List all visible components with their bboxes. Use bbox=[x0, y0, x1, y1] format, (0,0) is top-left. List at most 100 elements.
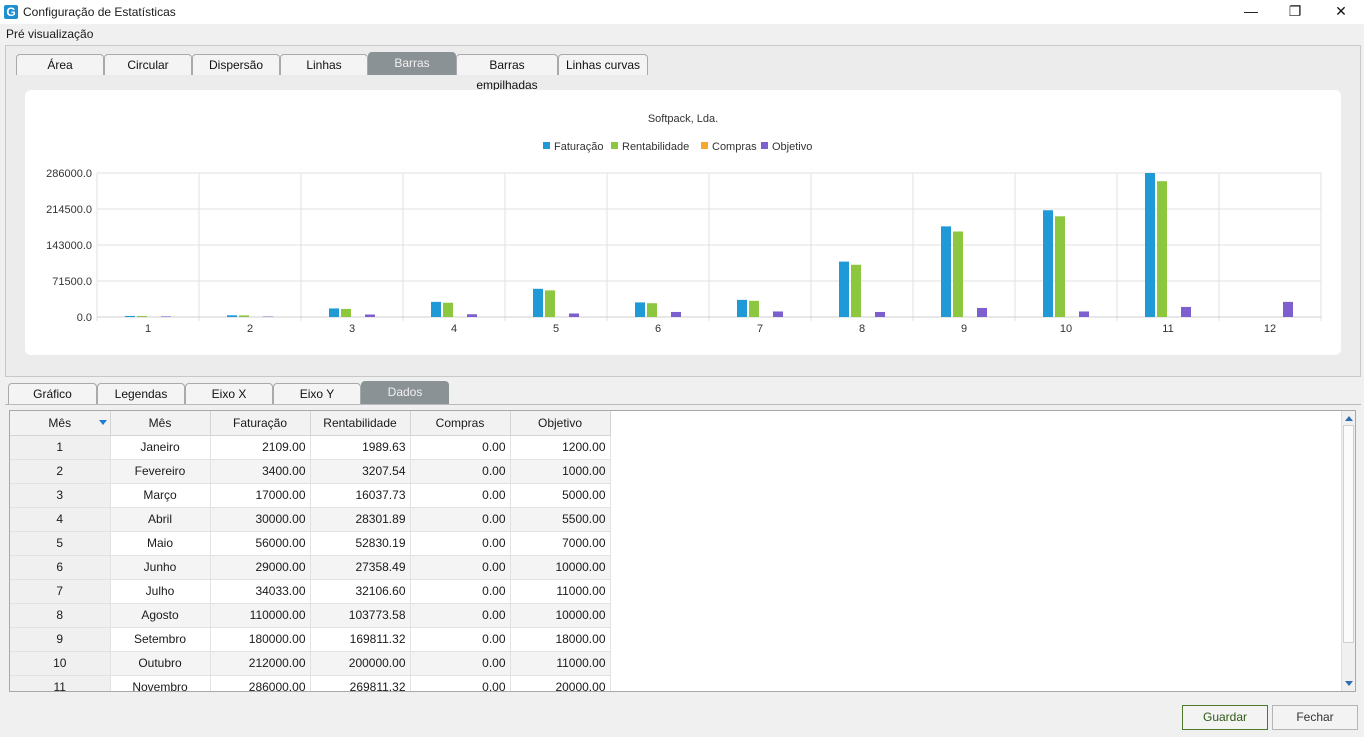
table-cell[interactable]: 10 bbox=[10, 651, 111, 676]
table-cell[interactable]: 286000.00 bbox=[210, 675, 311, 691]
tab-circular[interactable]: Circular bbox=[104, 54, 192, 75]
table-row[interactable]: 2 Fevereiro 3400.00 3207.54 0.00 1000.00 bbox=[10, 459, 611, 484]
table-cell[interactable]: 103773.58 bbox=[310, 603, 411, 628]
table-cell[interactable]: 3400.00 bbox=[210, 459, 311, 484]
close-button[interactable]: Fechar bbox=[1272, 705, 1358, 730]
close-window-button[interactable]: ✕ bbox=[1318, 0, 1364, 24]
table-cell[interactable]: 0.00 bbox=[410, 579, 511, 604]
table-cell[interactable]: Maio bbox=[110, 531, 211, 556]
table-cell[interactable]: 11000.00 bbox=[510, 651, 611, 676]
column-header-mes-num[interactable]: Mês bbox=[10, 411, 111, 436]
tab-eixo-y[interactable]: Eixo Y bbox=[273, 383, 361, 404]
table-row[interactable]: 11 Novembro 286000.00 269811.32 0.00 20000.00 bbox=[10, 675, 611, 691]
tab-legendas[interactable]: Legendas bbox=[97, 383, 185, 404]
scroll-thumb[interactable] bbox=[1343, 425, 1354, 643]
table-cell[interactable]: 212000.00 bbox=[210, 651, 311, 676]
table-cell[interactable]: 4 bbox=[10, 507, 111, 532]
table-row[interactable]: 9 Setembro 180000.00 169811.32 0.00 18000.00 bbox=[10, 627, 611, 652]
table-cell[interactable]: 11000.00 bbox=[510, 579, 611, 604]
table-cell[interactable]: 269811.32 bbox=[310, 675, 411, 691]
tab-eixo-x[interactable]: Eixo X bbox=[185, 383, 273, 404]
table-cell[interactable]: 5500.00 bbox=[510, 507, 611, 532]
table-row[interactable]: 8 Agosto 110000.00 103773.58 0.00 10000.00 bbox=[10, 603, 611, 628]
table-cell[interactable]: Agosto bbox=[110, 603, 211, 628]
tab-dispersao[interactable]: Dispersão bbox=[192, 54, 280, 75]
table-cell[interactable]: 110000.00 bbox=[210, 603, 311, 628]
table-cell[interactable]: 17000.00 bbox=[210, 483, 311, 508]
table-cell[interactable]: 0.00 bbox=[410, 483, 511, 508]
table-cell[interactable]: 169811.32 bbox=[310, 627, 411, 652]
table-cell[interactable]: 8 bbox=[10, 603, 111, 628]
table-row[interactable]: 3 Março 17000.00 16037.73 0.00 5000.00 bbox=[10, 483, 611, 508]
table-row[interactable]: 1 Janeiro 2109.00 1989.63 0.00 1200.00 bbox=[10, 435, 611, 460]
table-cell[interactable]: 6 bbox=[10, 555, 111, 580]
table-cell[interactable]: Abril bbox=[110, 507, 211, 532]
table-cell[interactable]: Janeiro bbox=[110, 435, 211, 460]
table-cell[interactable]: Setembro bbox=[110, 627, 211, 652]
table-cell[interactable]: 29000.00 bbox=[210, 555, 311, 580]
table-cell[interactable]: 0.00 bbox=[410, 627, 511, 652]
table-cell[interactable]: 2109.00 bbox=[210, 435, 311, 460]
table-cell[interactable]: 0.00 bbox=[410, 603, 511, 628]
table-cell[interactable]: Março bbox=[110, 483, 211, 508]
table-cell[interactable]: 1 bbox=[10, 435, 111, 460]
table-cell[interactable]: 180000.00 bbox=[210, 627, 311, 652]
table-cell[interactable]: 32106.60 bbox=[310, 579, 411, 604]
table-row[interactable]: 5 Maio 56000.00 52830.19 0.00 7000.00 bbox=[10, 531, 611, 556]
table-cell[interactable]: 1000.00 bbox=[510, 459, 611, 484]
table-row[interactable]: 10 Outubro 212000.00 200000.00 0.00 11000.00 bbox=[10, 651, 611, 676]
table-cell[interactable]: 2 bbox=[10, 459, 111, 484]
scroll-down-icon[interactable] bbox=[1345, 681, 1353, 686]
table-row[interactable]: 6 Junho 29000.00 27358.49 0.00 10000.00 bbox=[10, 555, 611, 580]
table-cell[interactable]: 0.00 bbox=[410, 675, 511, 691]
restore-button[interactable]: ❐ bbox=[1272, 0, 1318, 24]
table-cell[interactable]: 52830.19 bbox=[310, 531, 411, 556]
table-cell[interactable]: 28301.89 bbox=[310, 507, 411, 532]
table-cell[interactable]: 0.00 bbox=[410, 531, 511, 556]
tab-area[interactable]: Área bbox=[16, 54, 104, 75]
table-cell[interactable]: 0.00 bbox=[410, 507, 511, 532]
tab-linhas[interactable]: Linhas bbox=[280, 54, 368, 75]
tab-linhas-curvas[interactable]: Linhas curvas bbox=[558, 54, 648, 75]
column-header-faturacao[interactable]: Faturação bbox=[210, 411, 311, 436]
table-cell[interactable]: 0.00 bbox=[410, 435, 511, 460]
column-header-rentabilidade[interactable]: Rentabilidade bbox=[310, 411, 411, 436]
tab-barras-empilhadas[interactable]: Barras empilhadas bbox=[456, 54, 558, 92]
table-cell[interactable]: 0.00 bbox=[410, 459, 511, 484]
table-cell[interactable]: 10000.00 bbox=[510, 603, 611, 628]
table-cell[interactable]: 11 bbox=[10, 675, 111, 691]
save-button[interactable]: Guardar bbox=[1182, 705, 1268, 730]
tab-barras[interactable]: Barras bbox=[368, 52, 456, 75]
table-cell[interactable]: 34033.00 bbox=[210, 579, 311, 604]
minimize-button[interactable]: — bbox=[1228, 0, 1274, 24]
table-cell[interactable]: Junho bbox=[110, 555, 211, 580]
table-cell[interactable]: 20000.00 bbox=[510, 675, 611, 691]
table-cell[interactable]: Outubro bbox=[110, 651, 211, 676]
table-cell[interactable]: 0.00 bbox=[410, 555, 511, 580]
table-cell[interactable]: 1989.63 bbox=[310, 435, 411, 460]
table-cell[interactable]: 3207.54 bbox=[310, 459, 411, 484]
table-cell[interactable]: 18000.00 bbox=[510, 627, 611, 652]
table-cell[interactable]: Julho bbox=[110, 579, 211, 604]
table-cell[interactable]: 3 bbox=[10, 483, 111, 508]
table-cell[interactable]: 5000.00 bbox=[510, 483, 611, 508]
tab-dados[interactable]: Dados bbox=[361, 381, 449, 404]
scroll-up-icon[interactable] bbox=[1345, 416, 1353, 421]
table-cell[interactable]: 30000.00 bbox=[210, 507, 311, 532]
table-cell[interactable]: Novembro bbox=[110, 675, 211, 691]
column-header-mes[interactable]: Mês bbox=[110, 411, 211, 436]
table-cell[interactable]: 9 bbox=[10, 627, 111, 652]
table-cell[interactable]: 16037.73 bbox=[310, 483, 411, 508]
table-cell[interactable]: 27358.49 bbox=[310, 555, 411, 580]
table-cell[interactable]: 7 bbox=[10, 579, 111, 604]
table-row[interactable]: 7 Julho 34033.00 32106.60 0.00 11000.00 bbox=[10, 579, 611, 604]
table-row[interactable]: 4 Abril 30000.00 28301.89 0.00 5500.00 bbox=[10, 507, 611, 532]
tab-grafico[interactable]: Gráfico bbox=[8, 383, 97, 404]
table-cell[interactable]: 5 bbox=[10, 531, 111, 556]
table-cell[interactable]: 10000.00 bbox=[510, 555, 611, 580]
vertical-scrollbar[interactable] bbox=[1341, 411, 1355, 691]
column-header-objetivo[interactable]: Objetivo bbox=[510, 411, 611, 436]
table-cell[interactable]: Fevereiro bbox=[110, 459, 211, 484]
table-cell[interactable]: 1200.00 bbox=[510, 435, 611, 460]
table-cell[interactable]: 7000.00 bbox=[510, 531, 611, 556]
